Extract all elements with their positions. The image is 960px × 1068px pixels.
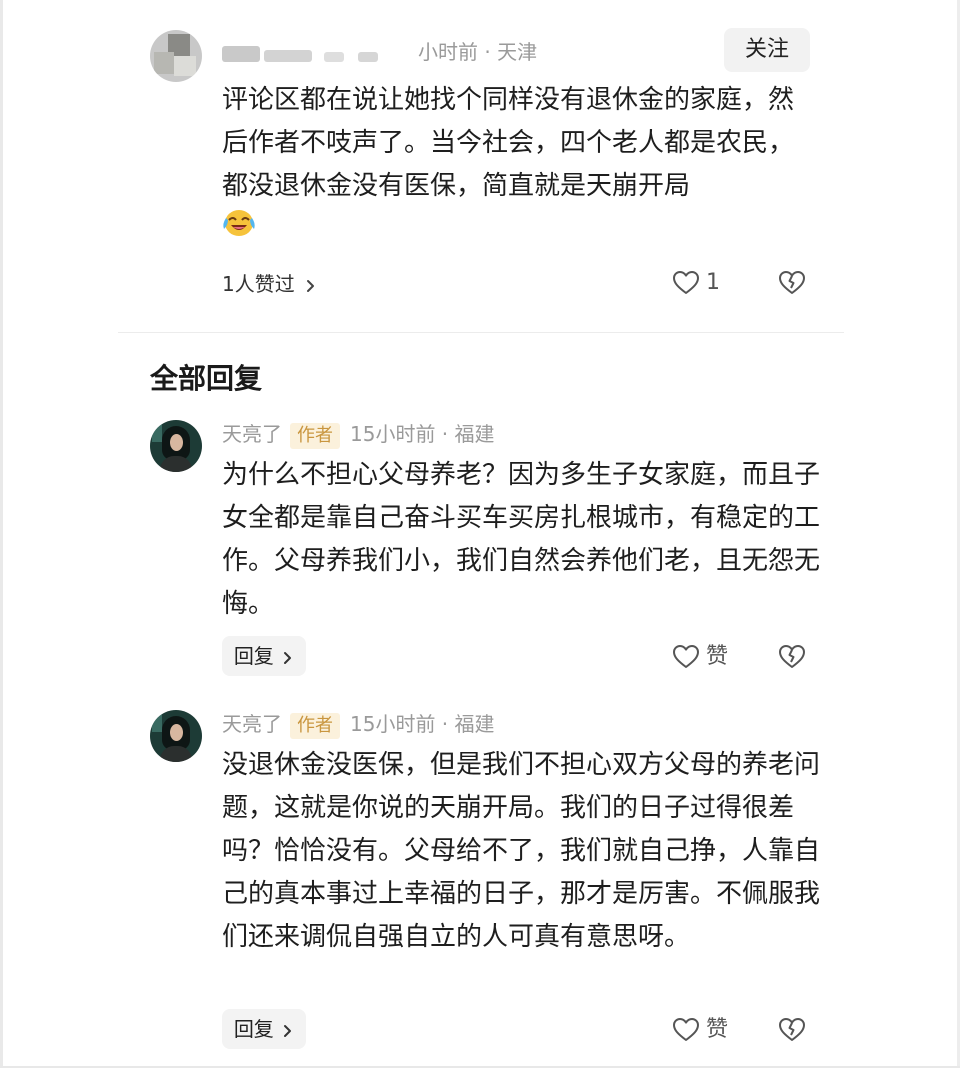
follow-button[interactable]: 关注 — [724, 28, 810, 72]
broken-heart-icon[interactable] — [778, 270, 806, 296]
reply-button[interactable]: 回复 — [222, 1009, 306, 1049]
reply-text: 为什么不担心父母养老？因为多生子女家庭，而且子女全都是靠自己奋斗买车买房扎根城市… — [222, 460, 821, 619]
like-label: 赞 — [706, 1017, 729, 1042]
reply-text: 没退休金没医保，但是我们不担心双方父母的养老问题，这就是你说的天崩开局。我们的日… — [222, 750, 821, 952]
reply-button[interactable]: 回复 — [222, 636, 306, 676]
reply-username[interactable]: 天亮了 — [222, 422, 282, 446]
top-comment-time-location: 小时前 · 天津 — [418, 40, 538, 64]
liked-by-link[interactable]: 1人赞过 — [222, 270, 317, 298]
top-comment-meta: 小时前 · 天津 — [222, 38, 537, 66]
reply-avatar[interactable] — [150, 710, 202, 762]
all-replies-title: 全部回复 — [150, 362, 263, 395]
laughing-crying-emoji-icon — [223, 210, 255, 236]
window-edge-left — [0, 0, 3, 1068]
chevron-right-icon — [284, 1024, 292, 1037]
commenter-avatar[interactable] — [150, 30, 202, 82]
chevron-right-icon — [284, 651, 292, 664]
like-count: 1 — [706, 270, 720, 295]
broken-heart-icon[interactable] — [778, 1017, 806, 1043]
chevron-right-icon — [307, 279, 315, 292]
heart-outline-icon[interactable] — [672, 644, 700, 670]
author-badge: 作者 — [290, 712, 340, 739]
reply-time-location: 15小时前 · 福建 — [350, 712, 495, 736]
blurred-username[interactable] — [222, 42, 412, 66]
reply-meta: 天亮了 作者 15小时前 · 福建 — [222, 710, 495, 739]
heart-outline-icon[interactable] — [672, 270, 700, 296]
broken-heart-icon[interactable] — [778, 644, 806, 670]
reply-button-label: 回复 — [233, 1017, 274, 1041]
section-divider — [118, 332, 844, 333]
top-comment-text: 评论区都在说让她找个同样没有退休金的家庭，然后作者不吱声了。当今社会，四个老人都… — [222, 85, 795, 201]
reply-username[interactable]: 天亮了 — [222, 712, 282, 736]
liked-by-label: 1人赞过 — [222, 272, 295, 296]
reply-meta: 天亮了 作者 15小时前 · 福建 — [222, 420, 495, 449]
author-badge: 作者 — [290, 422, 340, 449]
reply-button-label: 回复 — [233, 644, 274, 668]
heart-outline-icon[interactable] — [672, 1017, 700, 1043]
like-label: 赞 — [706, 644, 729, 669]
reply-time-location: 15小时前 · 福建 — [350, 422, 495, 446]
reply-avatar[interactable] — [150, 420, 202, 472]
